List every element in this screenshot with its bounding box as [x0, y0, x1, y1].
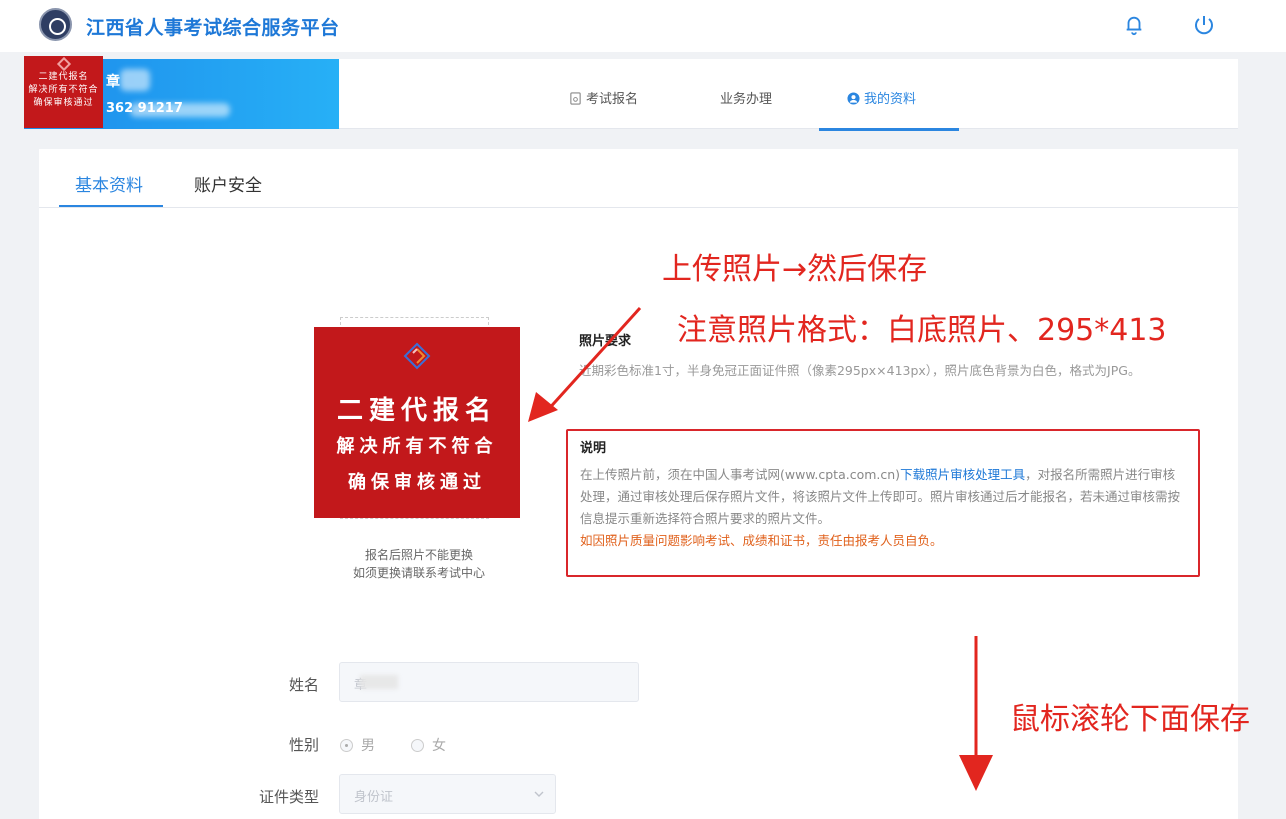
- gender-radio-female: 女: [411, 735, 446, 755]
- photo-requirements-text: 近期彩色标准1寸，半身免冠正面证件照（像素295px×413px），照片底色背景…: [579, 363, 1141, 378]
- name-blur: [360, 675, 398, 689]
- user-circle-icon: [847, 92, 860, 105]
- user-name: 章: [106, 74, 120, 90]
- explanation-text-part1: 在上传照片前，须在中国人事考试网(www.cpta.com.cn): [580, 467, 901, 482]
- tab-active-indicator: [59, 205, 163, 207]
- annotation-photo-format: 注意照片格式：白底照片、295*413: [677, 313, 1167, 348]
- radio-dot-icon: [411, 739, 424, 752]
- tab-bar: 基本资料 账户安全: [39, 149, 1238, 208]
- tab-account-security[interactable]: 账户安全: [194, 171, 262, 196]
- annotation-upload-save: 上传照片→然后保存: [662, 252, 928, 287]
- nav-business-label: 业务办理: [720, 92, 773, 107]
- gender-label: 性别: [288, 736, 319, 754]
- id-blur: [130, 103, 230, 117]
- power-icon[interactable]: [1192, 13, 1216, 37]
- photo-note-line2: 如须更换请联系考试中心: [352, 566, 485, 580]
- nav-my-profile[interactable]: 我的资料: [847, 88, 916, 107]
- photo-requirements-title: 照片要求: [579, 334, 632, 349]
- bell-icon[interactable]: [1123, 14, 1145, 36]
- photo-overlay-line2: 解决所有不符合: [336, 436, 498, 457]
- nav-active-indicator: [819, 128, 959, 131]
- top-bar: 江西省人事考试综合服务平台: [0, 0, 1286, 52]
- gender-female-label: 女: [432, 738, 446, 754]
- id-type-value: 身份证: [354, 790, 394, 805]
- chevron-down-icon: [534, 791, 544, 797]
- logo-emblem-icon: [39, 8, 72, 41]
- id-type-label: 证件类型: [258, 788, 319, 806]
- nav-my-profile-label: 我的资料: [864, 92, 917, 107]
- download-tool-link[interactable]: 下载照片审核处理工具: [900, 467, 1025, 482]
- annotation-scroll-save: 鼠标滚轮下面保存: [1010, 702, 1250, 737]
- photo-note-line1: 报名后照片不能更换: [364, 548, 473, 562]
- radio-dot-icon: [340, 739, 353, 752]
- badge-line3: 确保审核通过: [33, 98, 94, 108]
- nav-band: 章 362 91217 考试报名 业务办理 我的资料: [24, 59, 1238, 131]
- name-blur: [120, 69, 150, 91]
- badge-logo-icon: [56, 56, 71, 72]
- nav-exam-label: 考试报名: [586, 92, 639, 107]
- explanation-warning: 如因照片质量问题影响考试、成绩和证书，责任由报考人员自负。: [580, 533, 943, 548]
- gender-radio-male: 男: [340, 735, 375, 755]
- gender-male-label: 男: [361, 738, 375, 754]
- explanation-title: 说明: [580, 441, 607, 456]
- explanation-text: 在上传照片前，须在中国人事考试网(www.cpta.com.cn)下载照片审核处…: [580, 464, 1180, 552]
- name-field: 章: [339, 662, 639, 702]
- name-label: 姓名: [288, 676, 319, 694]
- badge-line1: 二建代报名: [38, 72, 89, 82]
- id-type-select: 身份证: [339, 774, 556, 814]
- explanation-box: 说明 在上传照片前，须在中国人事考试网(www.cpta.com.cn)下载照片…: [566, 429, 1200, 577]
- document-icon: [570, 92, 581, 105]
- nav-business[interactable]: 业务办理: [720, 88, 772, 107]
- site-title: 江西省人事考试综合服务平台: [86, 17, 340, 39]
- photo-overlay-ad: 二建代报名 解决所有不符合 确保审核通过: [314, 327, 520, 518]
- nav-exam-registration[interactable]: 考试报名: [569, 88, 638, 107]
- tab-basic-info[interactable]: 基本资料: [75, 171, 143, 196]
- badge-line2: 解决所有不符合: [28, 85, 99, 95]
- promo-badge: 二建代报名 解决所有不符合 确保审核通过: [24, 56, 103, 128]
- photo-overlay-line1: 二建代报名: [336, 396, 497, 426]
- diamond-logo-icon: [403, 342, 431, 370]
- photo-overlay-line3: 确保审核通过: [348, 472, 486, 493]
- photo-note: 报名后照片不能更换 如须更换请联系考试中心: [324, 546, 514, 582]
